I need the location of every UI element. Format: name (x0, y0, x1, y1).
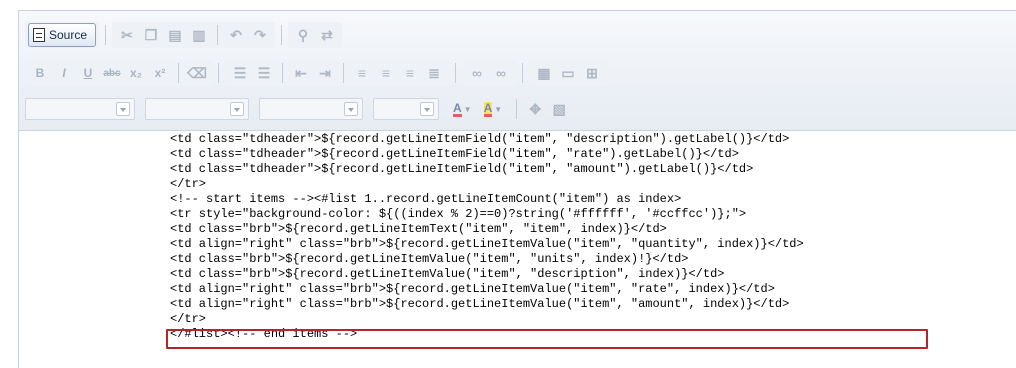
link-group: ∞ ∞ (462, 60, 516, 86)
bulleted-list-icon[interactable]: ☰ (254, 63, 274, 83)
styles-combo[interactable] (25, 98, 135, 120)
maximize-icon[interactable]: ✥ (525, 99, 545, 119)
code-line[interactable]: <!-- start items --><#list 1..record.get… (170, 192, 804, 207)
code-line[interactable]: <td class="tdheader">${record.getLineIte… (170, 147, 804, 162)
align-center-icon[interactable]: ≡ (376, 63, 396, 83)
toolbar-separator (516, 99, 518, 119)
source-button[interactable]: Source (28, 23, 97, 47)
copy-icon[interactable]: ❐ (141, 25, 161, 45)
toolbar-separator (522, 63, 523, 83)
paste-icon[interactable]: ▤ (165, 25, 185, 45)
code-line[interactable]: <td class="brb">${record.getLineItemValu… (170, 252, 804, 267)
toolbar-row-2: B I U abc x₂ x² ⌫ ☰ ☰ ⇤ ⇥ ≡ ≡ ≡ ≣ ∞ ∞ ▦ … (25, 59, 607, 87)
align-left-icon[interactable]: ≡ (352, 63, 372, 83)
find-group: ⚲ ⇄ (288, 22, 343, 48)
strike-button[interactable]: abc (102, 63, 122, 83)
underline-button[interactable]: U (78, 63, 98, 83)
text-color-button[interactable]: A ▼ (449, 98, 476, 120)
superscript-button[interactable]: x² (150, 63, 170, 83)
undo-icon[interactable]: ↶ (226, 25, 246, 45)
source-code-area[interactable]: <td class="tdheader">${record.getLineIte… (19, 132, 1016, 368)
basic-styles-group: B I U abc x₂ x² ⌫ (25, 60, 212, 86)
code-line[interactable]: </#list><!-- end items --> (170, 327, 804, 342)
code-line[interactable]: <td class="tdheader">${record.getLineIte… (170, 132, 804, 147)
bg-color-button[interactable]: A ▼ (480, 98, 507, 120)
horizontal-rule-icon[interactable]: ▭ (558, 63, 578, 83)
code-line[interactable]: <td class="brb">${record.getLineItemText… (170, 222, 804, 237)
chevron-down-icon: ▼ (463, 104, 472, 114)
chevron-down-icon (116, 102, 130, 116)
source-icon (33, 28, 45, 42)
toolbar-row-3: A ▼ A ▼ ✥ ▧ (25, 95, 571, 123)
font-combo[interactable] (259, 98, 363, 120)
code-line[interactable]: <td class="tdheader">${record.getLineIte… (170, 162, 804, 177)
source-button-label: Source (49, 28, 88, 42)
chevron-down-icon (230, 102, 244, 116)
toolbar-separator (217, 25, 219, 45)
bold-button[interactable]: B (30, 63, 50, 83)
show-blocks-icon[interactable]: ▧ (549, 99, 569, 119)
source-group: Source (25, 22, 100, 48)
source-code[interactable]: <td class="tdheader">${record.getLineIte… (170, 132, 804, 342)
clipboard-group: ✂ ❐ ▤ ▥ ↶ ↷ (112, 22, 276, 48)
code-line[interactable]: <td align="right" class="brb">${record.g… (170, 282, 804, 297)
chevron-down-icon: ▼ (494, 104, 503, 114)
code-line[interactable]: </tr> (170, 312, 804, 327)
subscript-button[interactable]: x₂ (126, 63, 146, 83)
paragraph-group: ☰ ☰ ⇤ ⇥ ≡ ≡ ≡ ≣ (225, 60, 449, 86)
font-size-combo[interactable] (373, 98, 439, 120)
numbered-list-icon[interactable]: ☰ (230, 63, 250, 83)
special-char-icon[interactable]: ⊞ (582, 63, 602, 83)
code-line[interactable]: <td align="right" class="brb">${record.g… (170, 297, 804, 312)
toolbar-separator (343, 63, 344, 83)
editor-toolbar: Source ✂ ❐ ▤ ▥ ↶ ↷ ⚲ ⇄ B I U abc x₂ x² ⌫… (19, 11, 1016, 131)
code-line[interactable]: <td align="right" class="brb">${record.g… (170, 237, 804, 252)
code-line[interactable]: </tr> (170, 177, 804, 192)
format-combo[interactable] (145, 98, 249, 120)
replace-icon[interactable]: ⇄ (317, 25, 337, 45)
italic-button[interactable]: I (54, 63, 74, 83)
toolbar-row-1: Source ✂ ❐ ▤ ▥ ↶ ↷ ⚲ ⇄ (25, 21, 343, 49)
insert-group: ▦ ▭ ⊞ (529, 60, 607, 86)
code-line[interactable]: <td class="brb">${record.getLineItemValu… (170, 267, 804, 282)
toolbar-separator (282, 63, 283, 83)
indent-icon[interactable]: ⇥ (315, 63, 335, 83)
paste-word-icon[interactable]: ▥ (189, 25, 209, 45)
outdent-icon[interactable]: ⇤ (291, 63, 311, 83)
chevron-down-icon (420, 102, 434, 116)
redo-icon[interactable]: ↷ (250, 25, 270, 45)
toolbar-separator (218, 63, 219, 83)
text-color-label: A (453, 100, 462, 117)
align-right-icon[interactable]: ≡ (400, 63, 420, 83)
link-icon[interactable]: ∞ (467, 63, 487, 83)
bg-color-label: A (483, 100, 493, 117)
toolbar-separator (455, 63, 456, 83)
code-line[interactable]: <tr style="background-color: ${((index %… (170, 207, 804, 222)
toolbar-separator (281, 25, 283, 45)
table-icon[interactable]: ▦ (534, 63, 554, 83)
chevron-down-icon (344, 102, 358, 116)
rich-text-editor: Source ✂ ❐ ▤ ▥ ↶ ↷ ⚲ ⇄ B I U abc x₂ x² ⌫… (18, 10, 1016, 368)
toolbar-separator (105, 25, 107, 45)
justify-icon[interactable]: ≣ (424, 63, 444, 83)
cut-icon[interactable]: ✂ (117, 25, 137, 45)
remove-format-icon[interactable]: ⌫ (187, 63, 207, 83)
toolbar-separator (178, 63, 179, 83)
find-icon[interactable]: ⚲ (293, 25, 313, 45)
unlink-icon[interactable]: ∞ (491, 63, 511, 83)
